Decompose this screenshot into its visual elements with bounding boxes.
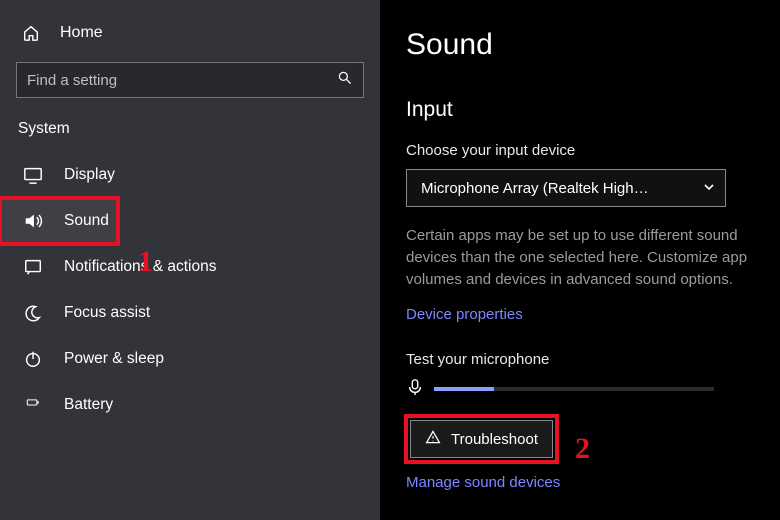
- warning-icon: [425, 429, 441, 449]
- sidebar-item-power-sleep[interactable]: Power & sleep: [0, 336, 380, 382]
- sidebar-item-label: Display: [64, 166, 115, 184]
- choose-device-label: Choose your input device: [406, 142, 780, 159]
- sound-icon: [22, 210, 44, 232]
- notifications-icon: [22, 256, 44, 278]
- battery-icon: [22, 394, 44, 416]
- power-icon: [22, 348, 44, 370]
- annotation-badge-1: 1: [138, 245, 153, 279]
- main-content: Sound Input Choose your input device Mic…: [380, 0, 780, 520]
- sidebar-group-system: System: [0, 116, 380, 152]
- search-input[interactable]: [16, 62, 364, 98]
- mic-test-row: [406, 378, 780, 400]
- home-nav[interactable]: Home: [0, 18, 380, 56]
- input-device-dropdown[interactable]: Microphone Array (Realtek High…: [406, 169, 726, 207]
- home-icon: [22, 24, 40, 42]
- sidebar-item-notifications[interactable]: Notifications & actions: [0, 244, 380, 290]
- section-input: Input: [406, 98, 780, 122]
- sidebar-item-display[interactable]: Display: [0, 152, 380, 198]
- home-label: Home: [60, 24, 103, 42]
- sidebar-item-focus-assist[interactable]: Focus assist: [0, 290, 380, 336]
- microphone-icon: [406, 378, 424, 400]
- manage-sound-devices-link[interactable]: Manage sound devices: [406, 474, 560, 491]
- sidebar-item-label: Sound: [64, 212, 109, 230]
- test-mic-label: Test your microphone: [406, 351, 780, 368]
- troubleshoot-annotation-box: Troubleshoot: [406, 416, 557, 462]
- dropdown-value: Microphone Array (Realtek High…: [421, 180, 649, 197]
- chevron-down-icon: [703, 181, 715, 196]
- mic-level-fill: [434, 387, 494, 391]
- troubleshoot-button[interactable]: Troubleshoot: [410, 420, 553, 458]
- sidebar-item-label: Power & sleep: [64, 350, 164, 368]
- settings-sidebar: Home System Display Sound 1 Notification…: [0, 0, 380, 520]
- sidebar-item-battery[interactable]: Battery: [0, 382, 380, 428]
- troubleshoot-label: Troubleshoot: [451, 431, 538, 448]
- sidebar-item-sound[interactable]: Sound: [0, 198, 118, 244]
- display-icon: [22, 164, 44, 186]
- annotation-badge-2: 2: [575, 432, 590, 466]
- mic-level-track: [434, 387, 714, 391]
- focus-assist-icon: [22, 302, 44, 324]
- search-icon: [337, 70, 353, 90]
- sidebar-item-label: Battery: [64, 396, 113, 414]
- search-field[interactable]: [27, 72, 337, 89]
- sidebar-item-label: Focus assist: [64, 304, 150, 322]
- help-text: Certain apps may be set up to use differ…: [406, 225, 780, 290]
- device-properties-link[interactable]: Device properties: [406, 306, 523, 323]
- page-title: Sound: [406, 28, 780, 62]
